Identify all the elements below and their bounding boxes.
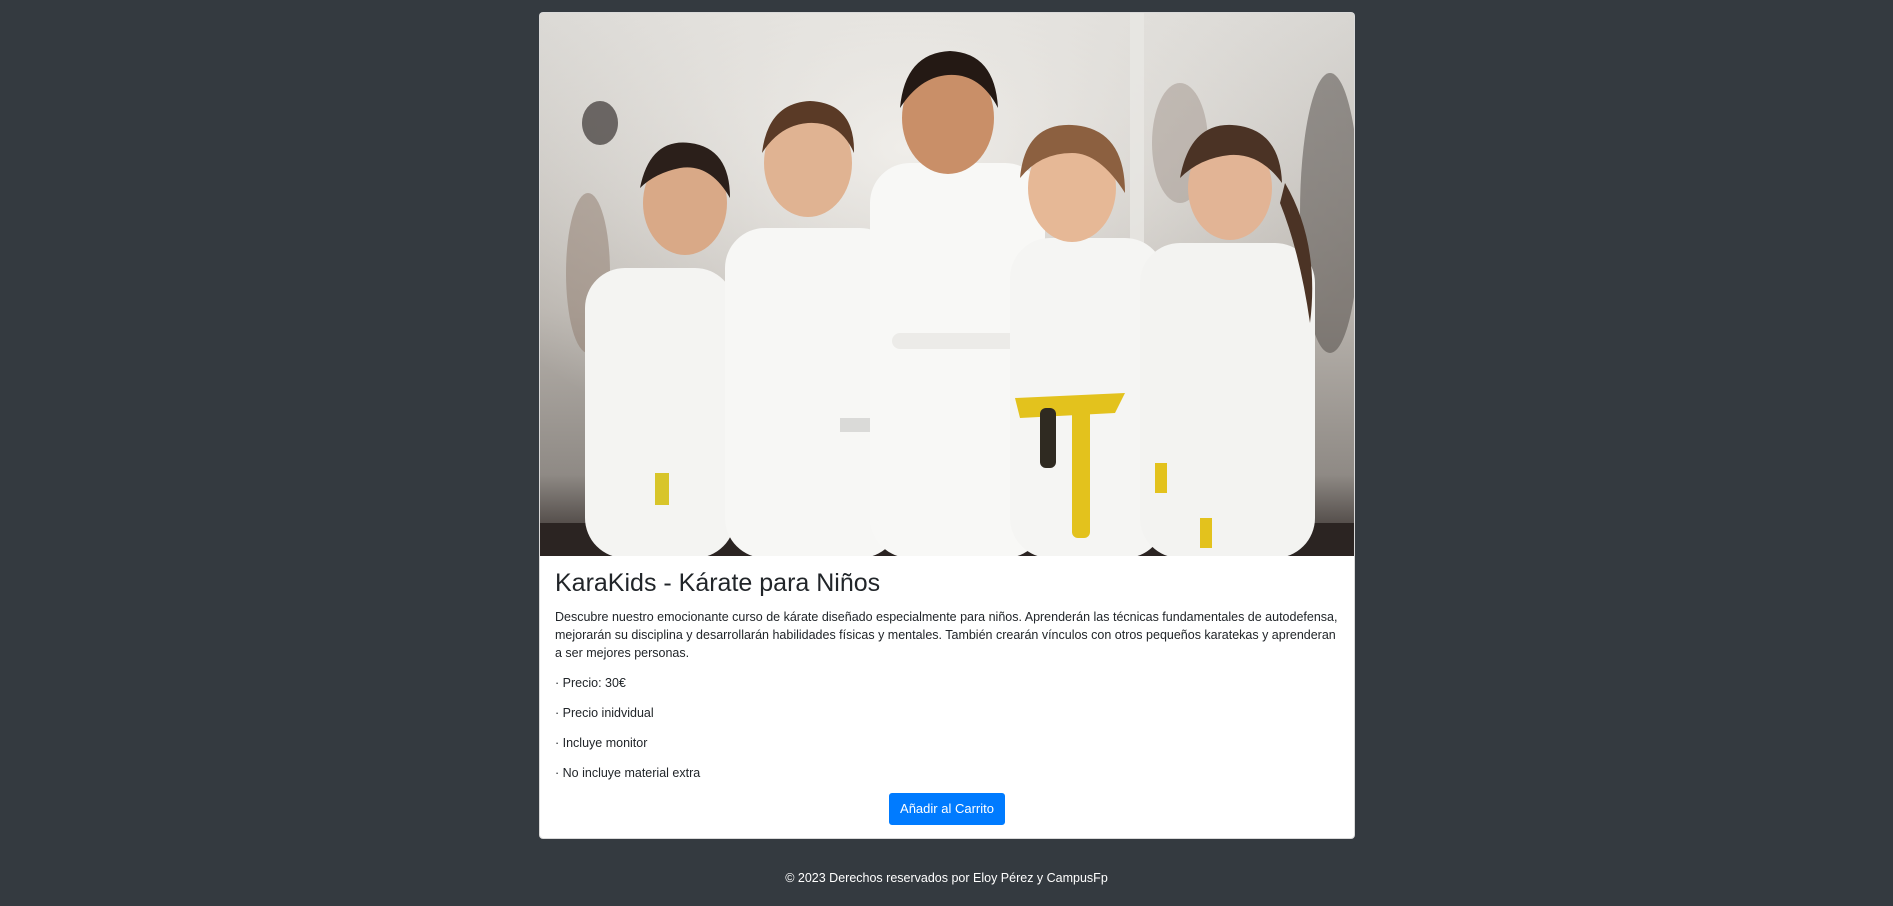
- add-to-cart-container: Añadir al Carrito: [539, 793, 1355, 825]
- product-description: Descubre nuestro emocionante curso de ká…: [555, 610, 1338, 660]
- add-to-cart-button[interactable]: Añadir al Carrito: [889, 793, 1005, 825]
- product-details: KaraKids - Kárate para Niños Descubre nu…: [555, 568, 1341, 794]
- feature-price: · Precio: 30€: [555, 676, 626, 690]
- product-image: [540, 13, 1354, 556]
- feature-individual-price: · Precio inidvidual: [555, 706, 654, 720]
- feature-monitor: · Incluye monitor: [555, 736, 648, 750]
- product-card: KaraKids - Kárate para Niños Descubre nu…: [539, 12, 1355, 839]
- footer-copyright: © 2023 Derechos reservados por Eloy Pére…: [785, 871, 1108, 885]
- feature-no-extra-material: · No incluye material extra: [555, 766, 701, 780]
- product-title: KaraKids - Kárate para Niños: [555, 569, 881, 597]
- karate-kids-photo: [540, 13, 1354, 556]
